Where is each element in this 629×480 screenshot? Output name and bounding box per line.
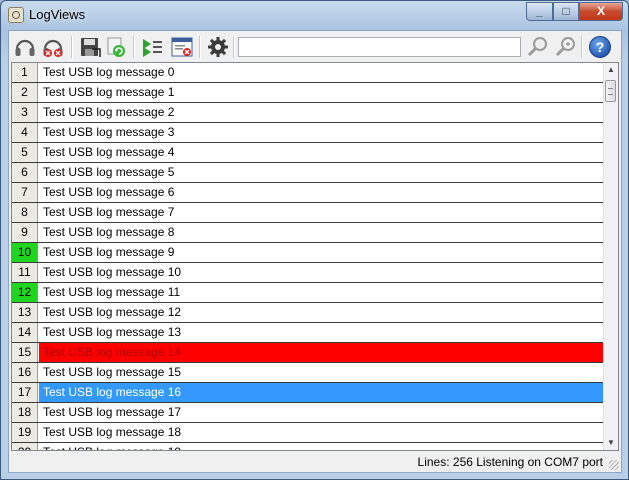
log-row-number: 11	[12, 263, 38, 282]
log-row-number: 14	[12, 323, 38, 342]
log-row-message: Test USB log message 2	[43, 105, 175, 119]
log-row[interactable]: 6 Test USB log message 5	[12, 163, 606, 183]
log-row-number: 2	[12, 83, 38, 102]
headphones-disabled-icon[interactable]	[41, 35, 65, 59]
log-row-number: 13	[12, 303, 38, 322]
vertical-scrollbar[interactable]: ▲ ▼	[603, 63, 618, 450]
log-row-message: Test USB log message 14	[39, 343, 606, 362]
help-icon[interactable]: ?	[588, 35, 612, 59]
log-row[interactable]: 3 Test USB log message 2	[12, 103, 606, 123]
log-row[interactable]: 10 Test USB log message 9	[12, 243, 606, 263]
log-row-number: 16	[12, 363, 38, 382]
log-row-message: Test USB log message 7	[43, 205, 175, 219]
log-row-message: Test USB log message 19	[39, 443, 606, 450]
log-row[interactable]: 4 Test USB log message 3	[12, 123, 606, 143]
help-icon-glyph: ?	[596, 39, 605, 55]
log-row-message: Test USB log message 11	[43, 285, 181, 299]
log-row-message: Test USB log message 0	[43, 65, 175, 79]
scroll-down-arrow-icon[interactable]: ▼	[604, 436, 618, 450]
log-row[interactable]: 14 Test USB log message 13	[12, 323, 606, 343]
log-row-number: 10	[12, 243, 38, 262]
toolbar-separator	[199, 36, 201, 58]
log-row-number: 20	[12, 443, 38, 450]
log-row[interactable]: 18 Test USB log message 17	[12, 403, 606, 423]
find-next-icon[interactable]	[554, 35, 578, 59]
log-row[interactable]: 1 Test USB log message 0	[12, 63, 606, 83]
log-row-message: Test USB log message 18	[43, 425, 182, 439]
reload-icon[interactable]	[105, 35, 129, 59]
log-row-message: Test USB log message 1	[43, 85, 175, 99]
log-rows: 1 Test USB log message 0 2 Test USB log mes…	[12, 63, 606, 450]
title-bar[interactable]: LogViews _ □ X	[1, 1, 628, 29]
clear-log-icon[interactable]	[170, 35, 194, 59]
log-row-number: 1	[12, 63, 38, 82]
log-row[interactable]: 9 Test USB log message 8	[12, 223, 606, 243]
log-row-message: Test USB log message 17	[43, 405, 182, 419]
log-row[interactable]: 2 Test USB log message 1	[12, 83, 606, 103]
log-row-message: Test USB log message 10	[43, 265, 182, 279]
log-row-number: 19	[12, 423, 38, 442]
log-row-message: Test USB log message 8	[43, 225, 175, 239]
log-row-message: Test USB log message 9	[43, 245, 175, 259]
minimize-button[interactable]: _	[526, 2, 553, 21]
log-row-number: 7	[12, 183, 38, 202]
log-row[interactable]: 15 Test USB log message 14	[12, 343, 606, 363]
status-bar: Lines: 256 Listening on COM7 port	[9, 452, 621, 472]
headphones-icon[interactable]	[13, 35, 37, 59]
log-row-message: Test USB log message 6	[43, 185, 175, 199]
log-row-number: 6	[12, 163, 38, 182]
log-row-message: Test USB log message 15	[43, 365, 182, 379]
toolbar-separator	[133, 36, 135, 58]
log-row-number: 4	[12, 123, 38, 142]
play-list-icon[interactable]	[140, 35, 164, 59]
log-row[interactable]: 13 Test USB log message 12	[12, 303, 606, 323]
log-row[interactable]: 20Test USB log message 19	[12, 443, 606, 450]
log-row[interactable]: 5 Test USB log message 4	[12, 143, 606, 163]
log-row[interactable]: 17 Test USB log message 16	[12, 383, 606, 403]
toolbar-separator	[71, 36, 73, 58]
app-icon	[8, 7, 24, 23]
scroll-up-arrow-icon[interactable]: ▲	[604, 63, 618, 77]
save-icon[interactable]	[78, 35, 102, 59]
close-button[interactable]: X	[579, 2, 623, 21]
log-row-number: 17	[12, 383, 38, 402]
client-area: ? 1 Test USB log message 0 2 Test USB log m…	[8, 30, 622, 473]
log-row-number: 5	[12, 143, 38, 162]
log-list[interactable]: 1 Test USB log message 0 2 Test USB log mes…	[11, 62, 619, 451]
log-row-number: 15	[12, 343, 38, 362]
log-row[interactable]: 7 Test USB log message 6	[12, 183, 606, 203]
log-row-message: Test USB log message 5	[43, 165, 175, 179]
resize-grip-icon[interactable]	[609, 460, 619, 470]
toolbar-separator	[233, 36, 235, 58]
log-row[interactable]: 8 Test USB log message 7	[12, 203, 606, 223]
log-row-number: 3	[12, 103, 38, 122]
search-input[interactable]	[238, 37, 521, 57]
toolbar-separator	[581, 36, 583, 58]
log-row-number: 18	[12, 403, 38, 422]
maximize-button[interactable]: □	[553, 2, 579, 21]
search-icon[interactable]	[526, 35, 550, 59]
status-text: Lines: 256 Listening on COM7 port	[417, 455, 603, 469]
settings-gear-icon[interactable]	[206, 35, 230, 59]
log-row[interactable]: 16 Test USB log message 15	[12, 363, 606, 383]
log-row-message: Test USB log message 13	[43, 325, 182, 339]
log-row-number: 9	[12, 223, 38, 242]
toolbar: ?	[9, 31, 621, 62]
log-row-message: Test USB log message 12	[43, 305, 182, 319]
log-row-message: Test USB log message 4	[43, 145, 175, 159]
log-row-message: Test USB log message 16	[39, 383, 606, 402]
app-window: LogViews _ □ X ? 1 Test USB log message …	[0, 0, 629, 480]
log-row-number: 12	[12, 283, 38, 302]
log-row[interactable]: 12 Test USB log message 11	[12, 283, 606, 303]
scroll-thumb[interactable]	[605, 80, 616, 102]
window-title: LogViews	[29, 7, 86, 22]
log-row-message: Test USB log message 3	[43, 125, 175, 139]
log-row[interactable]: 19 Test USB log message 18	[12, 423, 606, 443]
log-row[interactable]: 11 Test USB log message 10	[12, 263, 606, 283]
log-row-number: 8	[12, 203, 38, 222]
